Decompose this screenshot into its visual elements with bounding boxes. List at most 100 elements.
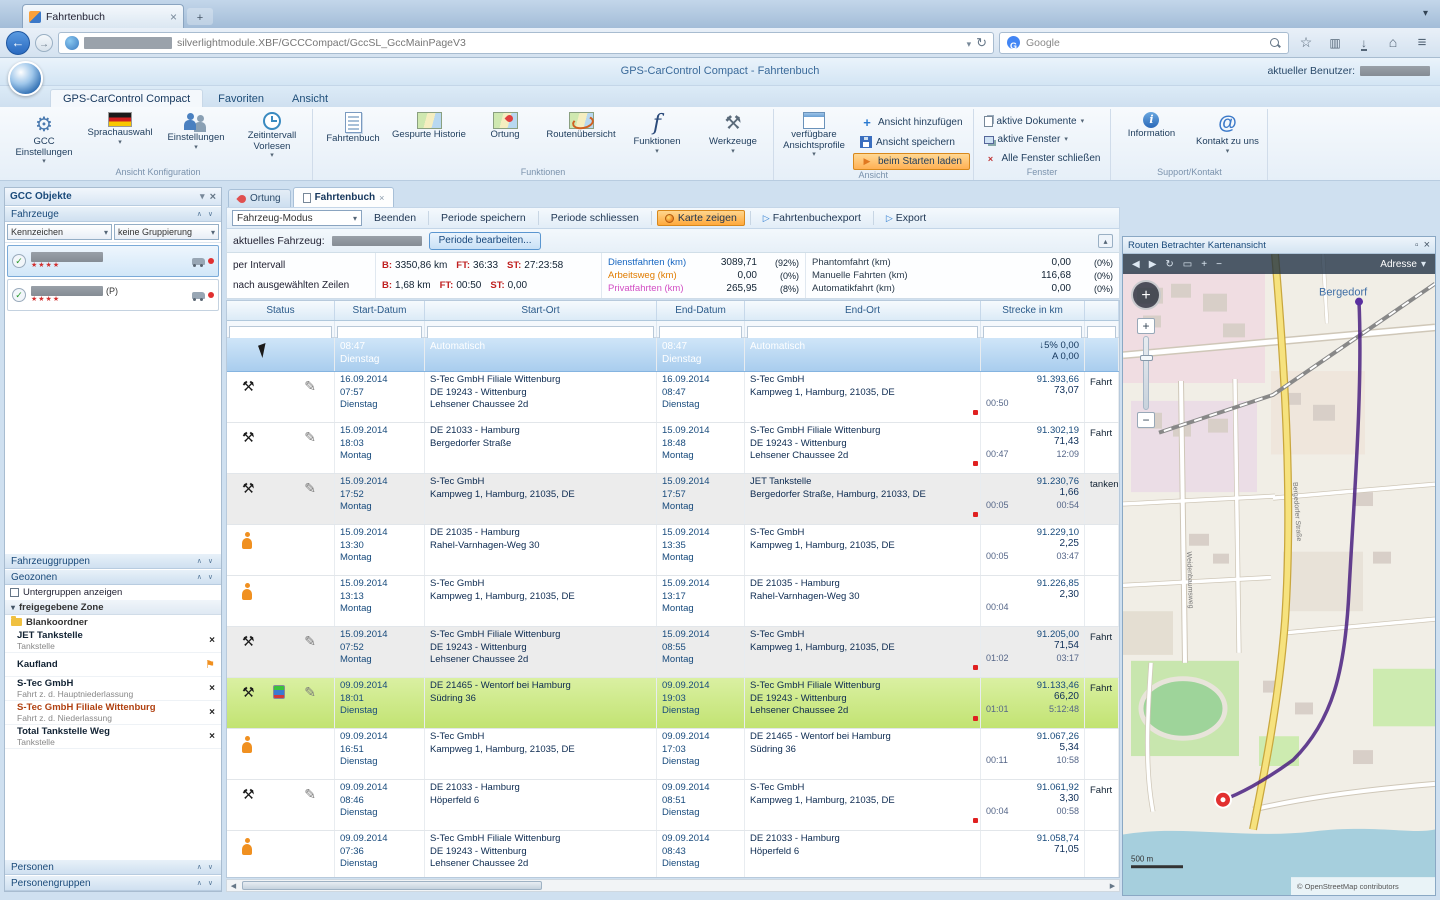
search-bar[interactable]: Google bbox=[999, 32, 1289, 54]
periode-bearbeiten-button[interactable]: Periode bearbeiten... bbox=[429, 232, 542, 250]
bookmarks-menu-icon[interactable] bbox=[1323, 34, 1347, 52]
zoom-in-icon[interactable]: + bbox=[1201, 259, 1207, 270]
zone-group-row[interactable]: freigegebene Zone bbox=[5, 600, 221, 615]
zoom-in-button[interactable] bbox=[1137, 318, 1155, 334]
filter-input[interactable] bbox=[337, 326, 422, 339]
ribbon-button[interactable]: @Kontakt zu uns▾ bbox=[1190, 109, 1264, 166]
vehicle-list-item[interactable]: ✓(P)★★★★ bbox=[7, 279, 219, 311]
search-engine-icon[interactable] bbox=[1007, 36, 1020, 49]
ribbon-button[interactable]: Fahrtenbuch bbox=[316, 109, 390, 166]
delete-zone-icon[interactable]: × bbox=[209, 683, 215, 694]
column-header[interactable]: Strecke in km bbox=[981, 301, 1085, 320]
ribbon-button[interactable]: Einstellungen▾ bbox=[159, 109, 233, 166]
zoom-slider[interactable] bbox=[1143, 336, 1149, 410]
collapse-arrows-icon[interactable] bbox=[197, 879, 215, 887]
zone-list-item[interactable]: JET TankstelleTankstelle× bbox=[5, 629, 221, 653]
kennzeichen-select[interactable]: Kennzeichen ▾ bbox=[7, 224, 112, 240]
vehicle-list-item[interactable]: ✓★★★★ bbox=[7, 245, 219, 277]
back-button[interactable] bbox=[6, 31, 30, 55]
column-header[interactable]: End-Ort bbox=[745, 301, 981, 320]
new-tab-button[interactable] bbox=[187, 8, 213, 25]
logbook-row[interactable]: 09.09.201407:36DienstagS-Tec GmbH Filial… bbox=[227, 831, 1119, 877]
scroll-left-icon[interactable] bbox=[227, 882, 240, 890]
browser-tab[interactable]: Fahrtenbuch bbox=[22, 4, 184, 28]
ribbon-button[interactable]: iInformation bbox=[1114, 109, 1188, 166]
menu-icon[interactable] bbox=[1410, 34, 1434, 52]
zoom-slider-knob[interactable] bbox=[1140, 355, 1153, 361]
zoom-control[interactable] bbox=[1137, 318, 1155, 428]
zone-list-item[interactable]: S-Tec GmbH Filiale WittenburgFahrt z. d.… bbox=[5, 701, 221, 725]
logbook-row[interactable]: ⚒✎15.09.201407:52MontagS-Tec GmbH Filial… bbox=[227, 627, 1119, 678]
toolbar-button[interactable]: Periode schliessen bbox=[544, 211, 646, 225]
zone-list-item[interactable]: Kaufland⚑ bbox=[5, 653, 221, 677]
site-identity-icon[interactable] bbox=[65, 36, 79, 50]
ribbon-button[interactable]: Zeitintervall Vorlesen▾ bbox=[235, 109, 309, 166]
delete-zone-icon[interactable]: × bbox=[209, 635, 215, 646]
pan-left-icon[interactable]: ◀ bbox=[1132, 259, 1140, 270]
section-header-fahrzeuggruppen[interactable]: Fahrzeuggruppen bbox=[5, 553, 221, 569]
tab-close-icon[interactable]: × bbox=[379, 193, 384, 203]
section-header-personen[interactable]: Personen bbox=[5, 859, 221, 875]
ribbon-button[interactable]: Routenübersicht bbox=[544, 109, 618, 166]
ribbon-button[interactable]: +Ansicht hinzufügen bbox=[853, 114, 970, 131]
logbook-row[interactable]: ⚒✎09.09.201418:01DienstagDE 21465 - Went… bbox=[227, 678, 1119, 729]
column-header[interactable]: End-Datum bbox=[657, 301, 745, 320]
ribbon-button[interactable]: Ansicht speichern bbox=[853, 134, 970, 150]
forward-button[interactable] bbox=[35, 34, 53, 52]
collapse-arrows-icon[interactable] bbox=[197, 863, 215, 871]
zone-list-item[interactable]: Total Tankstelle WegTankstelle× bbox=[5, 725, 221, 749]
zone-list-item[interactable]: S-Tec GmbHFahrt z. d. Hauptniederlassung… bbox=[5, 677, 221, 701]
karte-zeigen-button[interactable]: Karte zeigen bbox=[657, 210, 745, 226]
document-tab[interactable]: Fahrtenbuch× bbox=[293, 187, 395, 207]
ribbon-button[interactable]: aktive Fenster▾ bbox=[977, 132, 1108, 147]
toolbar-button[interactable]: Beenden bbox=[367, 211, 423, 225]
ribbon-button[interactable]: fFunktionen▾ bbox=[620, 109, 694, 166]
address-dropdown[interactable]: Adresse▾ bbox=[1380, 259, 1426, 270]
sidebar-dropdown-icon[interactable] bbox=[200, 191, 205, 202]
toolbar-button[interactable]: Periode speichern bbox=[434, 211, 533, 225]
logbook-row[interactable]: ⚒✎15.09.201417:52MontagS-Tec GmbHKampweg… bbox=[227, 474, 1119, 525]
column-header[interactable]: Status bbox=[227, 301, 335, 320]
history-dropdown-icon[interactable] bbox=[967, 34, 972, 52]
url-bar[interactable]: silverlightmodule.XBF/GCCCompact/GccSL_G… bbox=[58, 32, 994, 54]
ribbon-button[interactable]: ×Alle Fenster schließen bbox=[977, 150, 1108, 167]
map-minimize-icon[interactable] bbox=[1415, 240, 1419, 251]
delete-zone-icon[interactable]: × bbox=[209, 731, 215, 742]
section-header-fahrzeuge[interactable]: Fahrzeuge bbox=[5, 206, 221, 222]
collapse-arrows-icon[interactable] bbox=[197, 557, 215, 565]
search-icon[interactable] bbox=[1269, 37, 1281, 49]
column-header[interactable] bbox=[1085, 301, 1119, 320]
logbook-row[interactable]: ⚒✎15.09.201418:03MontagDE 21033 - Hambur… bbox=[227, 423, 1119, 474]
scrollbar-thumb[interactable] bbox=[242, 881, 542, 890]
sidebar-close-icon[interactable] bbox=[210, 191, 216, 203]
expand-icon[interactable] bbox=[11, 602, 15, 613]
ribbon-button[interactable]: Sprachauswahl▾ bbox=[83, 109, 157, 166]
delete-zone-icon[interactable]: × bbox=[209, 707, 215, 718]
export-button[interactable]: ▷Fahrtenbuchexport bbox=[756, 211, 868, 225]
pan-right-icon[interactable]: ▶ bbox=[1149, 259, 1157, 270]
export-button[interactable]: ▷Export bbox=[879, 211, 933, 225]
section-header-geozonen[interactable]: Geozonen bbox=[5, 569, 221, 585]
zoom-out-icon[interactable]: − bbox=[1216, 259, 1222, 270]
map-canvas[interactable]: Bergedorf Bergedorfer Straße Weidenbaums… bbox=[1123, 254, 1435, 895]
ribbon-tab[interactable]: GPS-CarControl Compact bbox=[50, 89, 203, 107]
list-all-tabs-icon[interactable] bbox=[1423, 3, 1428, 21]
fahrzeug-modus-select[interactable]: Fahrzeug-Modus▾ bbox=[232, 210, 362, 226]
zone-folder-row[interactable]: Blankoordner bbox=[5, 615, 221, 629]
gruppierung-select[interactable]: keine Gruppierung ▾ bbox=[114, 224, 219, 240]
untergruppen-checkbox[interactable] bbox=[10, 588, 19, 597]
ribbon-button[interactable]: Gespurte Historie bbox=[392, 109, 466, 166]
ribbon-button[interactable]: ⚙GCC Einstellungen▾ bbox=[7, 109, 81, 166]
scroll-right-icon[interactable] bbox=[1106, 882, 1119, 890]
filter-input[interactable] bbox=[229, 326, 332, 339]
zoom-out-button[interactable] bbox=[1137, 412, 1155, 428]
column-header[interactable]: Start-Ort bbox=[425, 301, 657, 320]
select-area-icon[interactable]: ▭ bbox=[1183, 259, 1192, 270]
collapse-panel-icon[interactable] bbox=[1098, 234, 1113, 248]
logbook-row[interactable]: 09.09.201416:51DienstagS-Tec GmbHKampweg… bbox=[227, 729, 1119, 780]
selected-group-row[interactable]: 08:47DienstagAutomatisch08:47DienstagAut… bbox=[227, 338, 1119, 372]
home-icon[interactable] bbox=[1381, 34, 1405, 52]
ribbon-button[interactable]: aktive Dokumente▾ bbox=[977, 114, 1108, 129]
document-tab[interactable]: Ortung bbox=[228, 189, 291, 207]
logbook-row[interactable]: ⚒✎16.09.201407:57DienstagS-Tec GmbH Fili… bbox=[227, 372, 1119, 423]
